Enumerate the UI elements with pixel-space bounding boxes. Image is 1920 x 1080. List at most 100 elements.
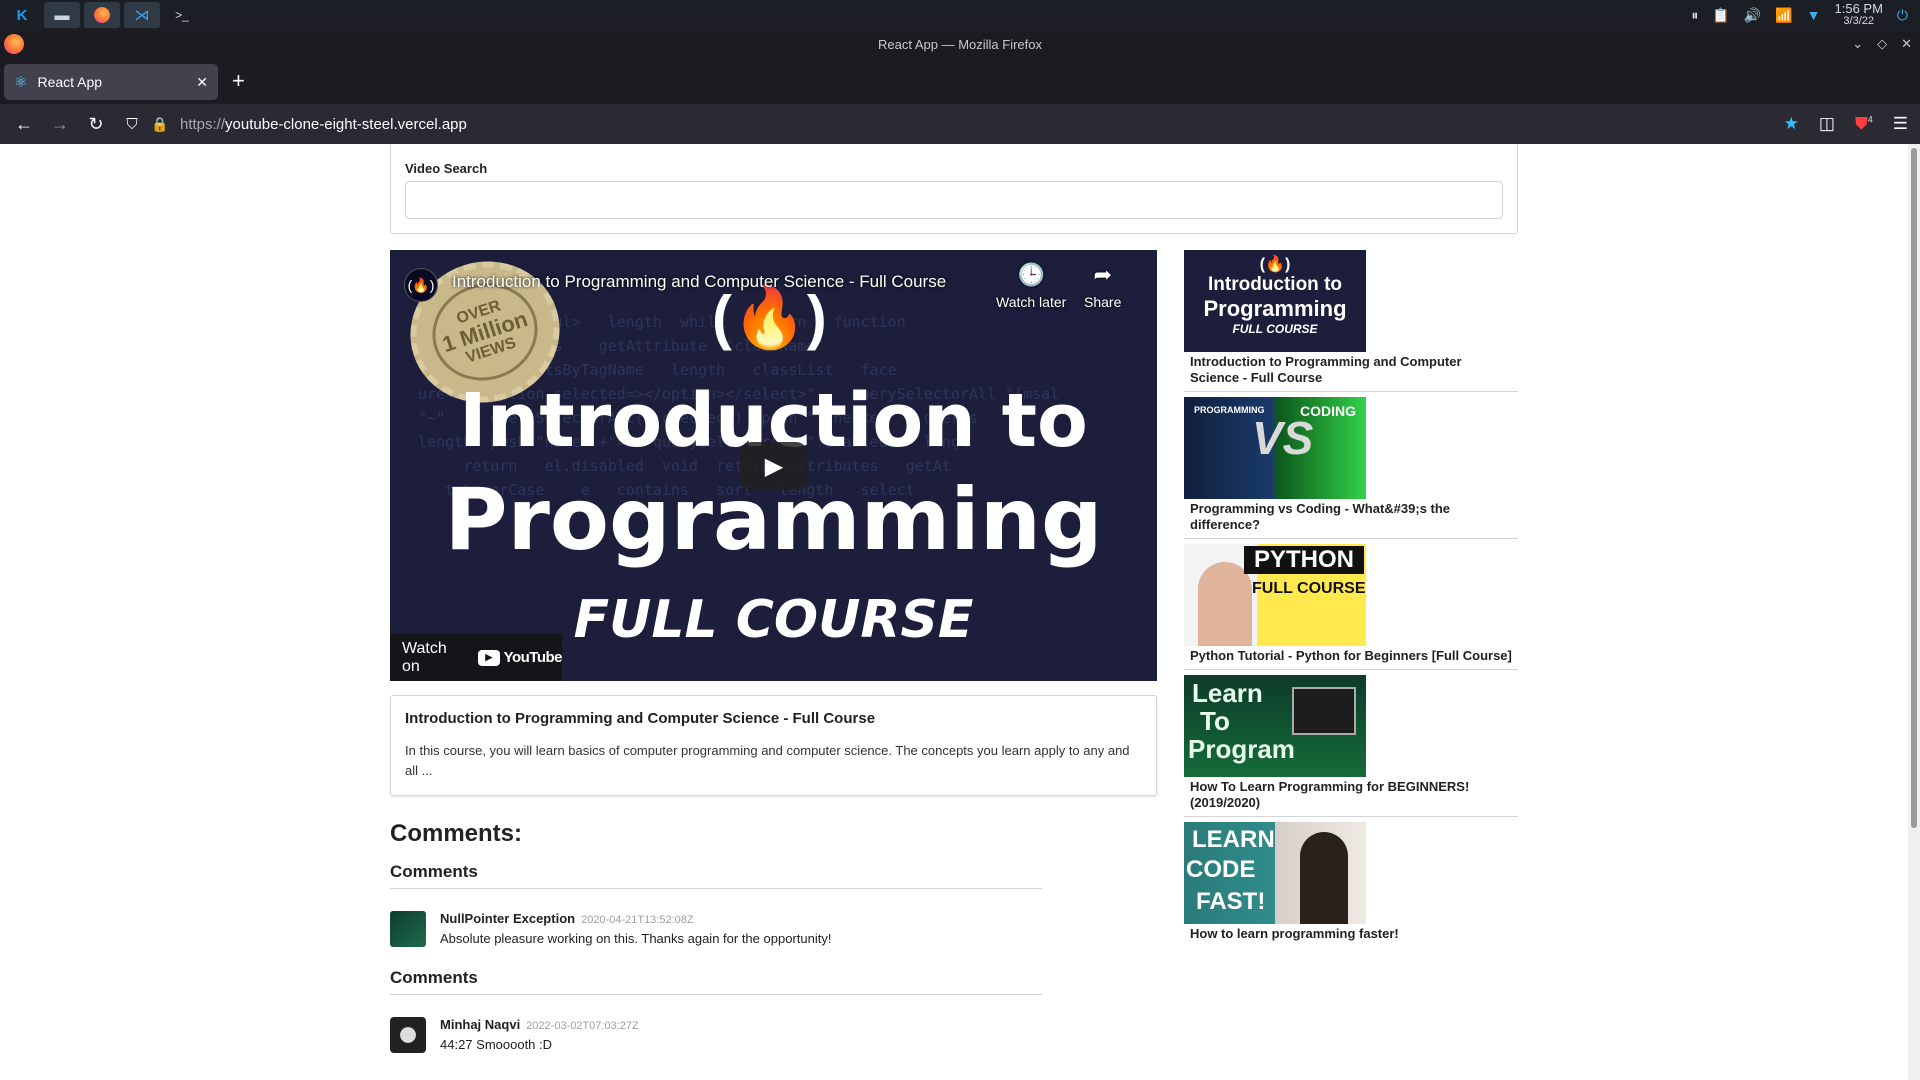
terminal-icon[interactable]: >_	[164, 2, 200, 28]
comment-text: Absolute pleasure working on this. Thank…	[440, 931, 832, 946]
share-label: Share	[1084, 294, 1122, 310]
clock-icon: 🕒	[1017, 262, 1045, 287]
watch-on-youtube-button[interactable]: Watch on ▶ YouTube	[390, 634, 563, 681]
comment-date: 2022-03-02T07:03:27Z	[526, 1020, 639, 1032]
video-thumbnail[interactable]: PROGRAMMING VS CODING	[1184, 397, 1366, 499]
presenter-image	[1198, 562, 1252, 646]
video-thumbnail[interactable]: PYTHON FULL COURSE	[1184, 544, 1366, 646]
watch-later-label: Watch later	[996, 294, 1067, 310]
files-icon[interactable]: ▬	[44, 2, 80, 28]
search-input[interactable]	[405, 181, 1503, 219]
comment-author-name: Minhaj Naqvi	[440, 1017, 521, 1032]
clock-time: 1:56 PM	[1834, 1, 1883, 16]
ublock-count: 4	[1867, 114, 1873, 125]
player-title[interactable]: Introduction to Programming and Computer…	[452, 272, 946, 292]
close-window-icon[interactable]: ✕	[1901, 36, 1912, 52]
thumb-text: CODE	[1186, 856, 1256, 883]
tab-react-app[interactable]: ⚛ React App ✕	[4, 64, 218, 100]
vscode-icon[interactable]: ⋊	[124, 2, 160, 28]
thumb-text: PYTHON	[1244, 546, 1364, 574]
star-icon[interactable]: ★	[1784, 114, 1799, 134]
comment-date: 2020-04-21T13:52:08Z	[581, 914, 694, 926]
chevron-down-icon[interactable]: ▼	[1807, 7, 1821, 23]
system-tray: ⏸ 📋 🔊 📶 ▼ 1:56 PM 3/3/22 ⏻	[1691, 0, 1908, 30]
menu-icon[interactable]: ☰	[1893, 114, 1908, 134]
comments-heading: Comments:	[390, 820, 523, 847]
power-icon[interactable]: ⏻	[1897, 7, 1908, 24]
navigation-bar: ← → ↻ ⛉ 🔒 https://youtube-clone-eight-st…	[0, 104, 1920, 144]
scrollbar-thumb[interactable]	[1911, 148, 1917, 828]
watch-later-button[interactable]: 🕒 Watch later	[996, 262, 1066, 310]
thumb-text: Program	[1188, 734, 1295, 764]
firefox-icon[interactable]	[84, 2, 120, 28]
video-list-item[interactable]: Learn To Program How To Learn Programmin…	[1184, 675, 1518, 817]
video-list-title[interactable]: Programming vs Coding - What&#39;s the d…	[1184, 499, 1518, 533]
minimize-icon[interactable]: ⌄	[1852, 36, 1863, 52]
search-label: Video Search	[405, 161, 488, 176]
window-titlebar: React App — Mozilla Firefox ⌄ ◇ ✕	[0, 30, 1920, 58]
url-bar[interactable]: https://youtube-clone-eight-steel.vercel…	[180, 116, 467, 133]
comment-section: Comments NullPointer Exception 2020-04-21…	[390, 862, 1042, 971]
comment-author[interactable]: Minhaj Naqvi 2022-03-02T07:03:27Z	[440, 1017, 639, 1032]
thumb-text: FULL COURSE	[1252, 580, 1366, 597]
forward-icon[interactable]: →	[42, 114, 78, 135]
share-button[interactable]: ➦ Share	[1084, 262, 1121, 310]
maximize-icon[interactable]: ◇	[1877, 36, 1887, 52]
video-list-title[interactable]: How To Learn Programming for BEGINNERS! …	[1184, 777, 1518, 811]
thumb-text: Learn	[1192, 678, 1263, 708]
channel-avatar[interactable]: (🔥)	[404, 268, 438, 302]
video-description: In this course, you will learn basics of…	[405, 743, 1130, 778]
clipboard-icon[interactable]: 📋	[1712, 7, 1729, 24]
pocket-icon[interactable]: ◫	[1819, 114, 1835, 134]
clock-date: 3/3/22	[1843, 15, 1874, 27]
thumb-text: To	[1200, 706, 1230, 736]
kde-logo-icon[interactable]: K	[4, 2, 40, 28]
video-thumbnail[interactable]: (🔥) Introduction to Programming FULL COU…	[1184, 250, 1366, 352]
presenter-image	[1300, 832, 1348, 924]
youtube-logo: ▶ YouTube	[477, 649, 563, 666]
comment-author[interactable]: NullPointer Exception 2020-04-21T13:52:08…	[440, 911, 694, 926]
video-list-item[interactable]: (🔥) Introduction to Programming FULL COU…	[1184, 250, 1518, 392]
comment-section-header: Comments	[390, 968, 1042, 995]
close-icon[interactable]: ✕	[196, 74, 208, 91]
volume-icon[interactable]: 🔊	[1744, 7, 1761, 24]
wifi-icon[interactable]: 📶	[1775, 7, 1792, 24]
pause-icon[interactable]: ⏸	[1691, 7, 1698, 24]
video-list-title[interactable]: How to learn programming faster!	[1184, 924, 1518, 942]
avatar[interactable]	[390, 1017, 426, 1053]
clock[interactable]: 1:56 PM 3/3/22	[1835, 2, 1883, 28]
thumb-text: FULL COURSE	[1232, 322, 1318, 336]
video-list-title[interactable]: Introduction to Programming and Computer…	[1184, 352, 1518, 386]
window-title: React App — Mozilla Firefox	[877, 36, 1042, 52]
toolbar-right: ★ ◫ ⛊4 ☰	[1784, 114, 1908, 134]
search-card: Video Search	[390, 144, 1518, 234]
page-scrollbar[interactable]	[1908, 144, 1920, 1080]
url-scheme: https://	[180, 115, 226, 133]
play-button[interactable]: ▶	[740, 442, 808, 490]
lock-icon[interactable]: 🔒	[150, 116, 170, 133]
thumb-text: LEARN	[1192, 826, 1275, 853]
window-controls: ⌄ ◇ ✕	[1852, 30, 1912, 58]
video-thumbnail[interactable]: LEARN CODE FAST!	[1184, 822, 1366, 924]
video-list-item[interactable]: PROGRAMMING VS CODING Programming vs Cod…	[1184, 397, 1518, 539]
thumb-text: CODING	[1300, 403, 1356, 419]
video-player[interactable]: list=</ul> length while return function …	[390, 250, 1157, 681]
ublock-icon[interactable]: ⛊4	[1855, 114, 1873, 134]
video-description-card: Introduction to Programming and Computer…	[390, 695, 1157, 796]
avatar[interactable]	[390, 911, 426, 947]
watch-on-label: Watch on	[402, 639, 447, 675]
reload-icon[interactable]: ↻	[78, 114, 114, 135]
video-list-title[interactable]: Python Tutorial - Python for Beginners […	[1184, 646, 1518, 664]
comment-text: 44:27 Smooooth :D	[440, 1037, 553, 1052]
thumb-text: VS	[1252, 412, 1314, 464]
plus-icon[interactable]: +	[232, 70, 245, 92]
thumb-text: FAST!	[1196, 888, 1266, 915]
video-thumbnail[interactable]: Learn To Program	[1184, 675, 1366, 777]
back-icon[interactable]: ←	[6, 114, 42, 135]
video-list-item[interactable]: LEARN CODE FAST! How to learn programmin…	[1184, 822, 1518, 947]
page-content: Video Search list=</ul> length while ret…	[0, 144, 1920, 1080]
comment: NullPointer Exception 2020-04-21T13:52:08…	[390, 911, 1042, 971]
thumb-text: Introduction to	[1207, 274, 1343, 295]
video-list-item[interactable]: PYTHON FULL COURSE Python Tutorial - Pyt…	[1184, 544, 1518, 670]
shield-icon[interactable]: ⛉	[114, 116, 150, 133]
